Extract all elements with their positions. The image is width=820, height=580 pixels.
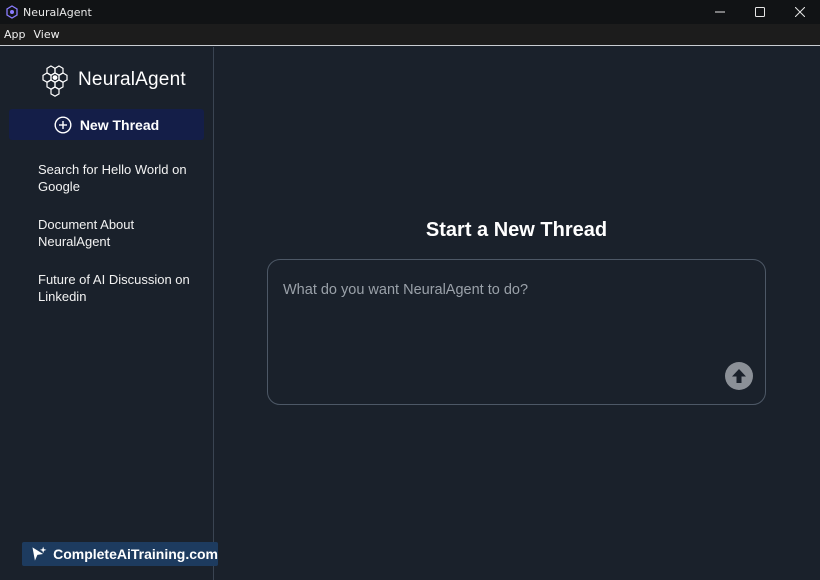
title-bar: NeuralAgent xyxy=(0,0,820,24)
watermark-text: CompleteAiTraining.com xyxy=(53,546,218,562)
thread-item[interactable]: Search for Hello World on Google xyxy=(38,161,198,216)
watermark-badge: CompleteAiTraining.com xyxy=(22,542,218,566)
app-logo-icon xyxy=(6,5,18,19)
send-button[interactable] xyxy=(725,362,753,390)
arrow-up-icon xyxy=(732,369,746,383)
sidebar: NeuralAgent New Thread Search for Hello … xyxy=(0,47,214,580)
menu-item-app[interactable]: App xyxy=(0,28,30,41)
thread-list: Search for Hello World on Google Documen… xyxy=(38,161,198,326)
logo-text: NeuralAgent xyxy=(78,69,186,90)
page-title: Start a New Thread xyxy=(425,219,608,241)
maximize-icon xyxy=(755,7,765,17)
new-thread-button[interactable]: New Thread xyxy=(9,109,204,140)
minimize-button[interactable] xyxy=(700,0,740,24)
thread-item[interactable]: Document About NeuralAgent xyxy=(38,216,198,271)
maximize-button[interactable] xyxy=(740,0,780,24)
brand-logo: NeuralAgent xyxy=(40,63,186,97)
plus-circle-icon xyxy=(54,115,72,134)
sparkle-icon xyxy=(32,546,47,561)
close-button[interactable] xyxy=(780,0,820,24)
window-controls xyxy=(700,0,820,24)
prompt-input[interactable] xyxy=(283,280,713,300)
window-title: NeuralAgent xyxy=(23,5,92,19)
thread-item[interactable]: Future of AI Discussion on Linkedin xyxy=(38,271,198,326)
menu-item-view[interactable]: View xyxy=(30,28,64,41)
hexagon-cluster-icon xyxy=(42,65,68,97)
minimize-icon xyxy=(715,11,725,13)
close-icon xyxy=(795,7,805,17)
main-panel: Start a New Thread xyxy=(215,47,820,580)
new-thread-label: New Thread xyxy=(79,116,160,133)
menu-bar: App View xyxy=(0,24,820,46)
prompt-box xyxy=(267,259,766,405)
